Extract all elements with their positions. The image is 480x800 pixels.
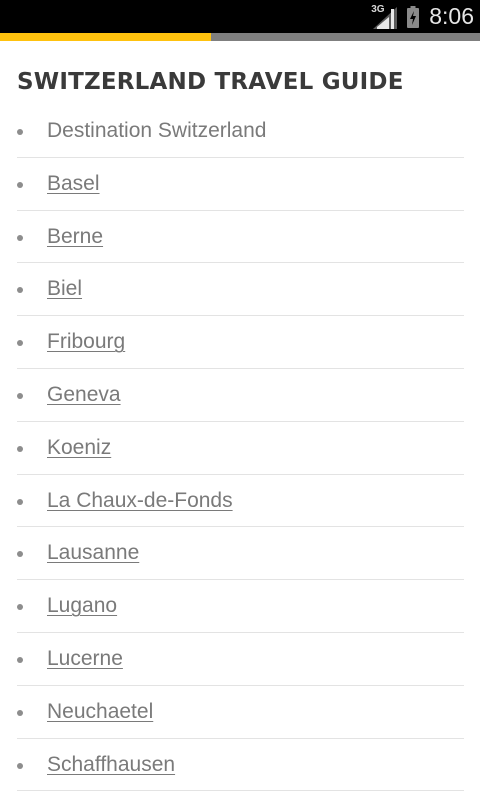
list-item: Berne: [17, 211, 464, 264]
list-item-content: Lugano: [47, 593, 117, 619]
bullet-icon: [17, 340, 23, 347]
page-load-progress-bar: [0, 33, 480, 41]
list-item: La Chaux-de-Fonds: [17, 475, 464, 528]
bullet-icon: [17, 551, 23, 558]
destination-link[interactable]: Basel: [47, 172, 100, 195]
bullet-icon: [17, 762, 23, 769]
list-item: Koeniz: [17, 422, 464, 475]
bullet-icon: [17, 181, 23, 188]
list-item-content: Basel: [47, 171, 100, 197]
list-item: Lucerne: [17, 633, 464, 686]
list-item-content: Lausanne: [47, 540, 139, 566]
destination-link[interactable]: Schaffhausen: [47, 753, 175, 776]
status-bar: 3G 8:06: [0, 0, 480, 33]
destination-link[interactable]: Koeniz: [47, 436, 111, 459]
bullet-icon: [17, 445, 23, 452]
destination-link[interactable]: Berne: [47, 225, 103, 248]
destination-link[interactable]: Fribourg: [47, 330, 125, 353]
page-title: SWITZERLAND TRAVEL GUIDE: [17, 69, 404, 95]
list-item: Schaffhausen: [17, 739, 464, 792]
list-item: Lugano: [17, 580, 464, 633]
destination-link[interactable]: Biel: [47, 277, 82, 300]
list-item-label: Destination Switzerland: [47, 119, 267, 142]
destination-link[interactable]: Lugano: [47, 594, 117, 617]
status-icons: 3G 8:06: [371, 0, 474, 33]
destination-link[interactable]: La Chaux-de-Fonds: [47, 489, 233, 512]
list-item-content: Fribourg: [47, 329, 125, 355]
list-item: Geneva: [17, 369, 464, 422]
signal-bars-icon: [373, 6, 398, 29]
bullet-icon: [17, 287, 23, 294]
list-item: Lausanne: [17, 527, 464, 581]
list-item-content: Koeniz: [47, 435, 111, 461]
list-item: Biel: [17, 263, 464, 317]
list-item-content: La Chaux-de-Fonds: [47, 488, 233, 514]
destination-link[interactable]: Lucerne: [47, 647, 123, 670]
list-item-content: Biel: [47, 276, 82, 302]
bullet-icon: [17, 709, 23, 716]
status-time: 8:06: [429, 3, 474, 29]
bullet-icon: [17, 604, 23, 611]
list-item: Neuchaetel: [17, 686, 464, 739]
destination-list: Destination Switzerland Basel Berne Biel Fri…: [17, 105, 464, 792]
bullet-icon: [17, 498, 23, 505]
bullet-icon: [17, 129, 23, 135]
destination-link[interactable]: Lausanne: [47, 541, 139, 564]
bullet-icon: [17, 392, 23, 399]
page-load-progress-fill: [0, 33, 212, 41]
list-item-content: Neuchaetel: [47, 699, 153, 725]
list-item-content: Lucerne: [47, 646, 123, 672]
signal-indicator: 3G: [371, 4, 398, 29]
bullet-icon: [17, 234, 23, 241]
destination-link[interactable]: Neuchaetel: [47, 700, 153, 723]
list-item-content: Schaffhausen: [47, 752, 175, 778]
list-item: Destination Switzerland: [17, 105, 464, 158]
destination-link[interactable]: Geneva: [47, 383, 121, 406]
list-item: Basel: [17, 158, 464, 211]
list-item: Fribourg: [17, 316, 464, 369]
list-item-content: Geneva: [47, 382, 121, 408]
bullet-icon: [17, 656, 23, 663]
list-item-content: Berne: [47, 224, 103, 250]
list-item-content: Destination Switzerland: [47, 118, 266, 144]
battery-charging-icon: [407, 5, 420, 28]
